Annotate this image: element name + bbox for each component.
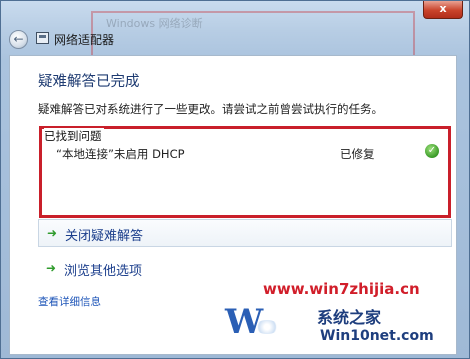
watermark-url: www.win7zhijia.cn: [263, 280, 420, 298]
check-circle-icon: ✓: [425, 144, 439, 158]
problems-found-box: 已找到问题 “本地连接”未启用 DHCP 已修复 ✓: [39, 126, 451, 218]
watermark-brand: 系统之家: [317, 308, 382, 327]
windows-logo: W: [225, 302, 263, 342]
view-details-link[interactable]: 查看详细信息: [38, 294, 101, 309]
troubleshooter-window: Windows 网络诊断 x ← 网络适配器 疑难解答已完成 疑难解答已对系统进…: [0, 0, 470, 359]
watermark-domain: Win10net.com: [320, 328, 434, 344]
back-arrow-icon: ←: [13, 32, 24, 46]
green-arrow-icon: ➜: [47, 226, 58, 240]
close-troubleshooter-label: 关闭疑难解答: [65, 229, 144, 244]
problems-found-label: 已找到问题: [44, 128, 104, 144]
explore-options-button[interactable]: ➜ 浏览其他选项: [38, 255, 452, 283]
page-description: 疑难解答已对系统进行了一些更改。请尝试之前曾尝试执行的任务。: [38, 102, 383, 116]
logo-glow: [255, 320, 279, 334]
page-heading: 疑难解答已完成: [38, 74, 140, 90]
green-arrow-icon: ➜: [46, 261, 57, 275]
close-button[interactable]: x: [423, 1, 463, 19]
back-button[interactable]: ←: [9, 30, 28, 49]
issue-status: 已修复: [340, 147, 375, 161]
background-window-text: Windows 网络诊断: [106, 17, 203, 30]
issue-text: “本地连接”未启用 DHCP: [56, 147, 185, 161]
watermark: www.win7zhijia.cn W 系统之家 Win10net.com: [225, 280, 455, 352]
network-adapter-icon: [36, 32, 49, 44]
window-title: 网络适配器: [54, 33, 115, 47]
close-troubleshooter-button[interactable]: ➜ 关闭疑难解答: [38, 219, 452, 247]
explore-options-label: 浏览其他选项: [64, 264, 143, 279]
